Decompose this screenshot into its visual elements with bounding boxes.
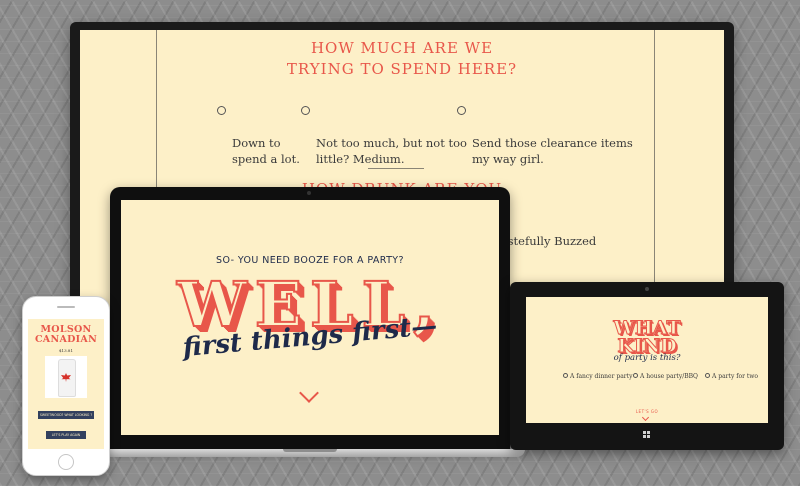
camera-icon [307, 191, 311, 195]
speaker-grille [57, 306, 75, 308]
spend-question-title: HOW MUCH ARE WE TRYING TO SPEND HERE? [286, 39, 518, 78]
option-label: A party for two [712, 373, 759, 380]
radio-icon[interactable] [301, 106, 310, 115]
option-label: Send those clearance items my way girl. [472, 136, 633, 166]
play-again-button[interactable]: LET'S PLAY AGAIN [46, 431, 86, 439]
option-label: A fancy dinner party [570, 373, 633, 380]
tablet: WHAT KIND of party is this? A fancy dinn… [510, 282, 784, 450]
product-image [45, 356, 87, 398]
spend-option-clearance[interactable]: Send those clearance items my way girl. [457, 103, 633, 167]
party-option-house[interactable]: A house party/BBQ [633, 373, 698, 380]
laptop: SO- YOU NEED BOOZE FOR A PARTY? WELL, fi… [110, 187, 510, 449]
option-label: Down to spend a lot. [232, 136, 300, 166]
product-brand: MOLSON CANADIAN [34, 324, 98, 345]
radio-icon[interactable] [457, 106, 466, 115]
chevron-down-icon[interactable] [299, 383, 319, 403]
radio-icon[interactable] [563, 373, 568, 378]
spend-option-lot[interactable]: Down to spend a lot. [217, 103, 300, 167]
party-kind-title: WHAT KIND [613, 317, 681, 357]
phone-screen: MOLSON CANADIAN $13.81 SWEETWOOD? WHAT L… [28, 319, 104, 449]
chevron-down-icon[interactable] [641, 413, 650, 422]
party-option-two[interactable]: A party for two [705, 373, 759, 380]
spend-option-medium[interactable]: Not too much, but not too little? Medium… [301, 103, 467, 167]
camera-icon [645, 287, 649, 291]
option-label: Not too much, but not too little? Medium… [316, 136, 467, 166]
radio-icon[interactable] [217, 106, 226, 115]
radio-icon[interactable] [633, 373, 638, 378]
laptop-notch [283, 449, 337, 452]
party-option-dinner[interactable]: A fancy dinner party [563, 373, 633, 380]
tablet-screen: WHAT KIND of party is this? A fancy dinn… [526, 297, 768, 423]
lets-go-button[interactable]: LET'S GO [526, 409, 768, 414]
laptop-screen: SO- YOU NEED BOOZE FOR A PARTY? WELL, fi… [121, 200, 499, 435]
windows-logo-icon[interactable] [643, 431, 651, 439]
section-divider [368, 168, 424, 169]
party-kind-script: of party is this? [613, 353, 681, 363]
phone-primary-button[interactable]: SWEETWOOD? WHAT LOOKING ? [38, 411, 94, 419]
home-button[interactable] [58, 454, 74, 470]
intro-tagline: SO- YOU NEED BOOZE FOR A PARTY? [216, 255, 404, 266]
product-price: $13.81 [59, 348, 73, 353]
phone: MOLSON CANADIAN $13.81 SWEETWOOD? WHAT L… [22, 296, 110, 476]
radio-icon[interactable] [705, 373, 710, 378]
option-label: A house party/BBQ [640, 373, 698, 380]
